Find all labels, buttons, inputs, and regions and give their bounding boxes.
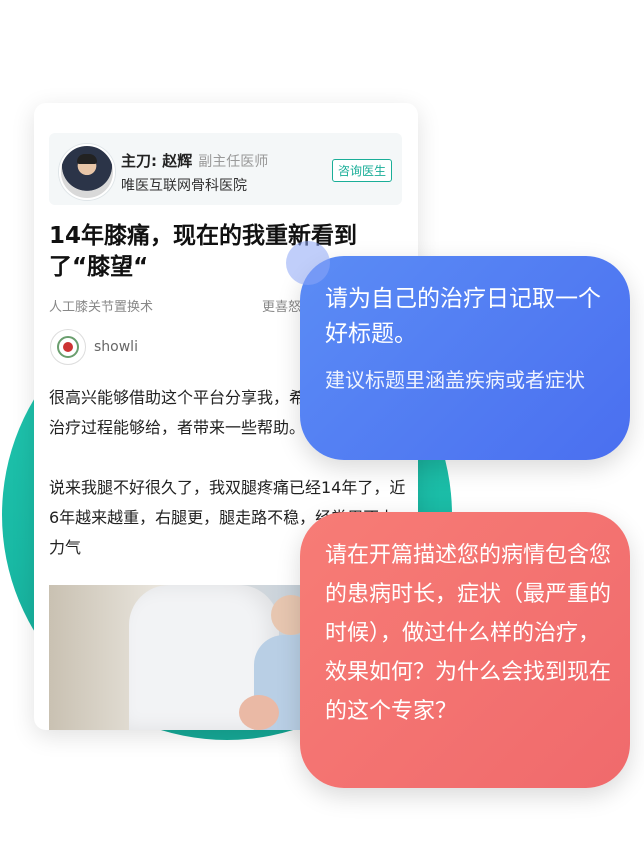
doctor-label: 主刀:	[121, 152, 163, 170]
doctor-title: 副主任医师	[198, 154, 269, 170]
pointer-dot	[286, 241, 330, 285]
doctor-hospital: 唯医互联网骨科医院	[121, 178, 247, 194]
procedure-tag[interactable]: 人工膝关节置换术	[49, 296, 153, 315]
title-tip-text: 请为自己的治疗日记取一个好标题。	[325, 286, 601, 347]
doctor-name: 赵辉	[162, 152, 193, 170]
author-name[interactable]: showli	[94, 339, 138, 355]
intro-tip-bubble: 请在开篇描述您的病情包含您的患病时长，症状（最严重的时候），做过什么样的治疗，效…	[300, 512, 630, 788]
intro-tip-text: 请在开篇描述您的病情包含您的患病时长，症状（最严重的时候），做过什么样的治疗，效…	[325, 543, 612, 724]
doctor-banner[interactable]: 主刀: 赵辉 副主任医师 唯医互联网骨科医院 咨询医生	[49, 133, 402, 205]
title-tip-subtext: 建议标题里涵盖疾病或者症状	[325, 368, 585, 392]
consult-doctor-button[interactable]: 咨询医生	[331, 159, 392, 182]
knee-figure	[239, 695, 279, 730]
secondary-tag: 更喜怒	[262, 300, 302, 315]
doctor-name-line: 主刀: 赵辉 副主任医师	[121, 150, 268, 171]
author-avatar[interactable]	[50, 329, 86, 365]
title-tip-bubble: 请为自己的治疗日记取一个好标题。 建议标题里涵盖疾病或者症状	[300, 256, 630, 460]
doctor-avatar	[59, 144, 115, 200]
